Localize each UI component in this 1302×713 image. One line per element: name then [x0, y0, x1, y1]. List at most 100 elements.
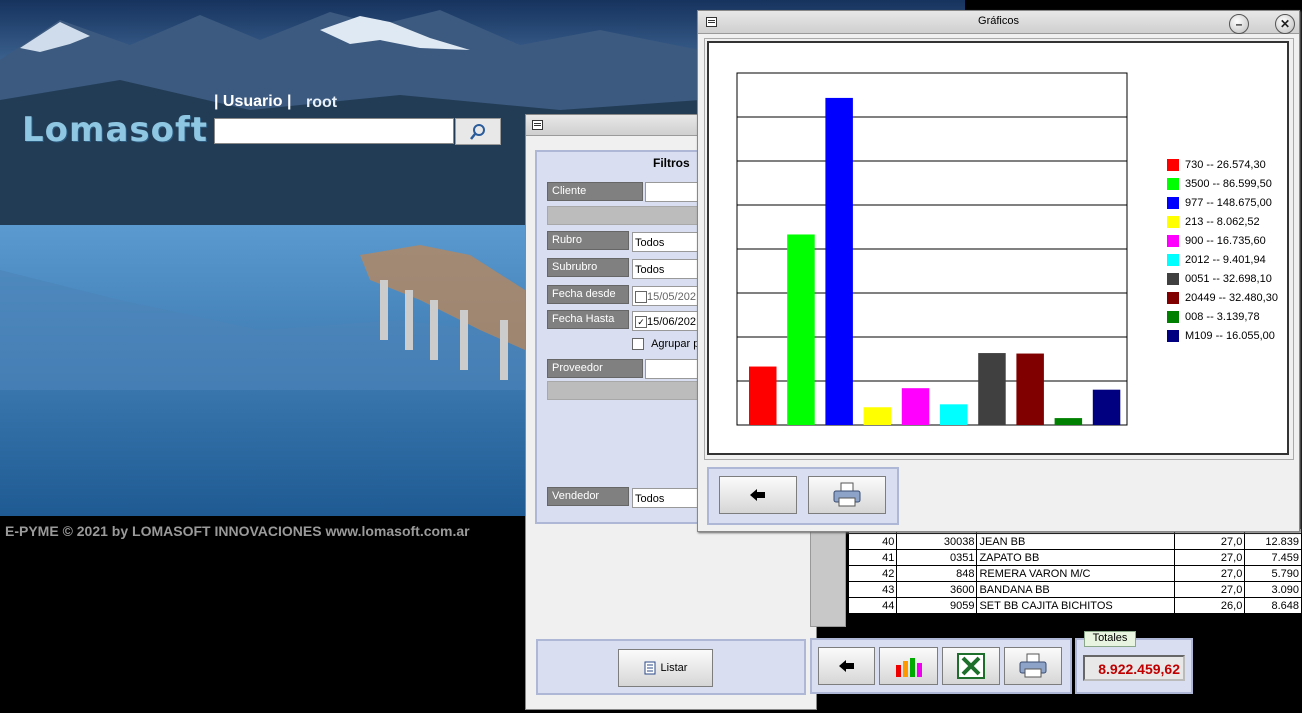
bar-M109	[1092, 389, 1121, 425]
agrupar-checkbox[interactable]	[632, 338, 644, 351]
fecha-hasta-value: 15/06/202	[647, 316, 696, 328]
legend-swatch	[1167, 254, 1179, 266]
search-icon	[470, 123, 485, 140]
back-button[interactable]	[818, 647, 875, 685]
table-cell-code: 848	[896, 565, 978, 582]
close-button[interactable]: ✕	[1275, 14, 1295, 34]
table-row-header-column	[810, 530, 846, 627]
user-search-input[interactable]	[214, 118, 454, 144]
table-cell-pct: 27,0	[1174, 581, 1246, 598]
bar-chart-icon	[895, 658, 922, 677]
legend-label: 2012 -- 9.401,94	[1185, 254, 1266, 266]
legend-swatch	[1167, 178, 1179, 190]
fecha-desde-value: 15/05/202	[647, 291, 696, 303]
legend-item: 977 -- 148.675,00	[1167, 196, 1272, 210]
table-cell-desc: JEAN BB	[976, 533, 1176, 550]
table-cell-num: 43	[847, 581, 898, 598]
action-panel	[810, 638, 1072, 694]
charts-action-panel	[707, 467, 899, 525]
legend-item: 213 -- 8.062,52	[1167, 215, 1260, 229]
results-table: 40 30038 JEAN BB 27,0 12.839 41 0351 ZAPATO BB 2…	[847, 528, 1302, 614]
table-cell-num: 42	[847, 565, 898, 582]
arrow-left-icon	[838, 660, 854, 672]
legend-item: 900 -- 16.735,60	[1167, 234, 1266, 248]
chart-area: 730 -- 26.574,30 3500 -- 86.599,50 977 -- …	[707, 41, 1289, 455]
table-row[interactable]: 44 9059 SET BB CAJITA BICHITOS 26,0 8.648	[847, 597, 1302, 614]
table-cell-amount: 3.090	[1244, 581, 1302, 598]
legend-label: 730 -- 26.574,30	[1185, 159, 1266, 171]
legend-item: 0051 -- 32.698,10	[1167, 272, 1272, 286]
excel-export-button[interactable]	[942, 647, 1000, 685]
listar-panel: Listar	[536, 639, 806, 695]
print-button[interactable]	[1004, 647, 1062, 685]
user-value: root	[306, 94, 338, 111]
legend-item: 008 -- 3.139,78	[1167, 310, 1260, 324]
cliente-name-display	[547, 206, 719, 225]
arrow-left-icon	[750, 489, 765, 501]
footer-copyright: E-PYME © 2021 by LOMASOFT INNOVACIONES w…	[5, 523, 470, 539]
table-row[interactable]: 40 30038 JEAN BB 27,0 12.839	[847, 533, 1302, 550]
table-cell-desc: ZAPATO BB	[976, 549, 1176, 566]
charts-print-button[interactable]	[808, 476, 886, 514]
subrubro-select[interactable]: Todos	[632, 259, 707, 279]
rubro-select[interactable]: Todos	[632, 232, 707, 252]
legend-label: 213 -- 8.062,52	[1185, 216, 1260, 228]
legend-label: M109 -- 16.055,00	[1185, 330, 1275, 342]
fecha-desde-checkbox[interactable]	[635, 291, 647, 304]
legend-item: 2012 -- 9.401,94	[1167, 253, 1266, 267]
legend-item: 20449 -- 32.480,30	[1167, 291, 1278, 305]
table-cell-amount: 8.648	[1244, 597, 1302, 614]
table-cell-desc: SET BB CAJITA BICHITOS	[976, 597, 1176, 614]
fecha-desde-field[interactable]: 15/05/202	[632, 286, 707, 306]
proveedor-label: Proveedor	[547, 359, 643, 378]
close-icon: ✕	[1279, 17, 1291, 31]
bar-977	[825, 97, 853, 425]
legend-swatch	[1167, 311, 1179, 323]
document-icon	[644, 661, 656, 675]
bar-900	[901, 388, 930, 425]
charts-window-title: Gráficos	[978, 15, 1019, 27]
table-cell-amount: 5.790	[1244, 565, 1302, 582]
table-cell-code: 9059	[896, 597, 978, 614]
charts-window-titlebar[interactable]: Gráficos – ✕	[698, 11, 1299, 34]
table-cell-pct: 27,0	[1174, 565, 1246, 582]
table-row[interactable]: 43 3600 BANDANA BB 27,0 3.090	[847, 581, 1302, 598]
listar-label: Listar	[660, 662, 688, 674]
legend-swatch	[1167, 197, 1179, 209]
table-cell-code: 3600	[896, 581, 978, 598]
chart-button[interactable]	[879, 647, 938, 685]
legend-swatch	[1167, 330, 1179, 342]
user-label: | Usuario |	[214, 93, 292, 110]
charts-window: Gráficos – ✕ 730 -- 26.574,30 3500 -- 86.…	[697, 10, 1300, 532]
fecha-hasta-field[interactable]: ✓ 15/06/202	[632, 311, 707, 331]
legend-item: M109 -- 16.055,00	[1167, 329, 1275, 343]
table-cell-pct: 27,0	[1174, 549, 1246, 566]
search-button[interactable]	[455, 118, 501, 145]
legend-label: 3500 -- 86.599,50	[1185, 178, 1272, 190]
lomasoft-logo: Lomasoft	[22, 110, 209, 150]
vendedor-select[interactable]: Todos	[632, 488, 707, 508]
system-menu-icon[interactable]	[532, 120, 543, 130]
table-cell-num: 44	[847, 597, 898, 614]
listar-button[interactable]: Listar	[618, 649, 713, 687]
table-cell-desc: BANDANA BB	[976, 581, 1176, 598]
bar-20449	[1016, 353, 1044, 425]
legend-item: 730 -- 26.574,30	[1167, 158, 1266, 172]
fecha-hasta-checkbox[interactable]: ✓	[635, 316, 647, 329]
table-row[interactable]: 41 0351 ZAPATO BB 27,0 7.459	[847, 549, 1302, 566]
charts-back-button[interactable]	[719, 476, 797, 514]
table-cell-desc: REMERA VARON M/C	[976, 565, 1176, 582]
totales-label: Totales	[1084, 631, 1136, 647]
bar-213	[863, 407, 892, 425]
table-row[interactable]: 42 848 REMERA VARON M/C 27,0 5.790	[847, 565, 1302, 582]
agrupar-option[interactable]: Agrupar pc	[632, 338, 705, 351]
legend-label: 977 -- 148.675,00	[1185, 197, 1272, 209]
legend-swatch	[1167, 235, 1179, 247]
bar-2012	[940, 404, 968, 425]
legend-label: 20449 -- 32.480,30	[1185, 292, 1278, 304]
fecha-desde-label: Fecha desde	[547, 285, 629, 304]
bar-chart	[736, 72, 1128, 426]
minimize-icon: –	[1235, 17, 1243, 31]
legend-swatch	[1167, 216, 1179, 228]
minimize-button[interactable]: –	[1229, 14, 1249, 34]
